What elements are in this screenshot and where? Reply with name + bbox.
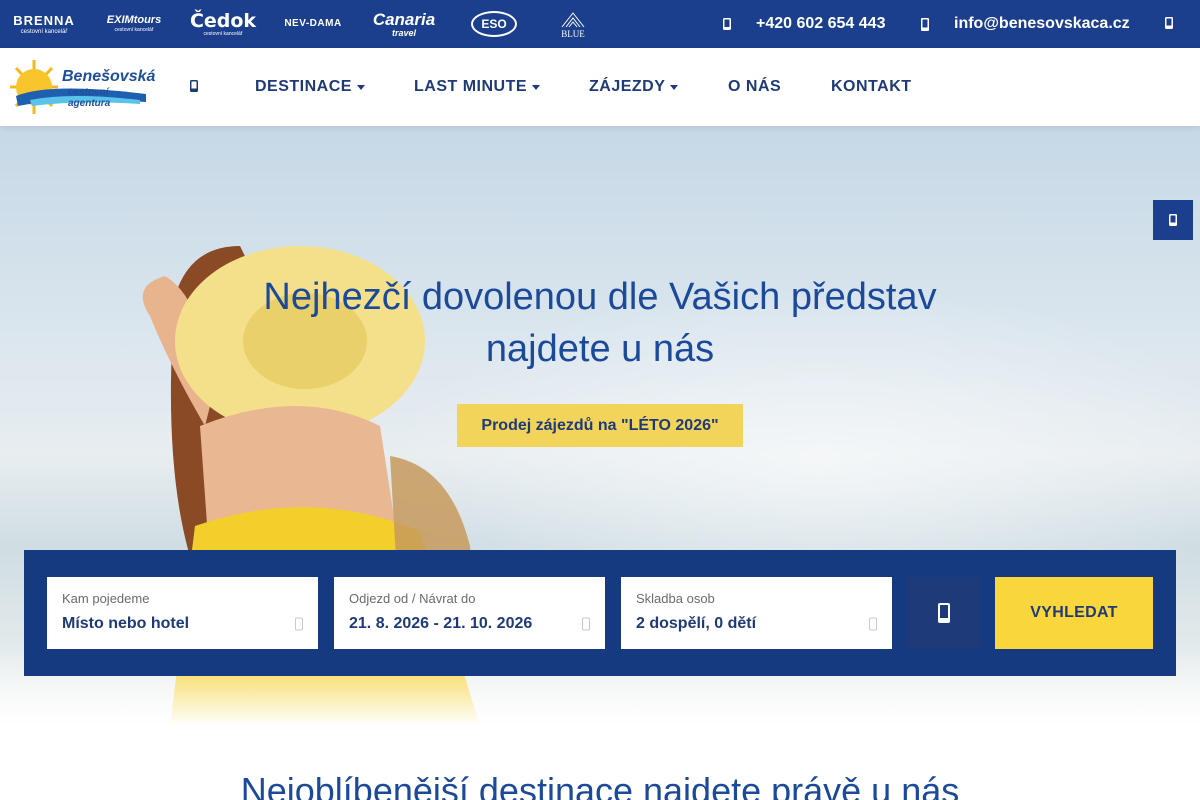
section-title: Nejoblíbenější destinace najdete právě u… (240, 770, 960, 800)
logo-subtitle: cestovní agentura (68, 87, 111, 109)
nav-o-nas[interactable]: O NÁS (728, 48, 781, 126)
destination-field[interactable]: Kam pojedeme Místo nebo hotel (47, 577, 318, 649)
nav-destinace[interactable]: DESTINACE (255, 48, 365, 126)
field-value: 21. 8. 2026 - 21. 10. 2026 (349, 615, 533, 632)
side-panel-tab[interactable] (1153, 200, 1193, 240)
nav-label: LAST MINUTE (414, 78, 528, 95)
partner-name: Canaria (372, 9, 436, 29)
partner-name: BRENNA (13, 12, 75, 28)
home-icon[interactable] (189, 79, 203, 93)
email-link[interactable]: info@benesovskaca.cz (918, 0, 1130, 48)
persons-field[interactable]: Skladba osob 2 dospělí, 0 dětí (621, 577, 892, 649)
phone-icon (720, 17, 734, 31)
filter-button[interactable] (908, 577, 980, 649)
partner-logo-canaria[interactable]: Canaria travel (370, 0, 438, 48)
main-header: Benešovská cestovní agentura DESTINACE L… (0, 48, 1200, 126)
chevron-down-icon (295, 617, 303, 631)
mail-icon (918, 17, 932, 31)
site-logo[interactable]: Benešovská cestovní agentura (10, 56, 155, 118)
chevron-down-icon (869, 617, 877, 631)
partner-logo-cedok[interactable]: Čedok cestovní kancelář (190, 0, 256, 48)
partner-sub: travel (391, 27, 417, 38)
caret-down-icon (670, 84, 679, 90)
field-label: Kam pojedeme (62, 591, 150, 606)
search-panel: Kam pojedeme Místo nebo hotel Odjezd od … (24, 550, 1176, 676)
partner-name: EXIMtours (106, 14, 162, 26)
caret-down-icon (356, 84, 365, 90)
search-submit-button[interactable]: VYHLEDAT (995, 577, 1153, 649)
partner-name: BLUE (561, 29, 585, 39)
partner-sub: cestovní kancelář (203, 30, 243, 37)
field-label: Odjezd od / Návrat do (349, 591, 476, 606)
hero-title-line: najdete u nás (485, 328, 715, 370)
filter-icon (938, 603, 950, 623)
partner-logo-nev-dama[interactable]: NEV-DAMA (280, 0, 346, 48)
date-range-field[interactable]: Odjezd od / Návrat do 21. 8. 2026 - 21. … (334, 577, 605, 649)
eso-ring: ESO (471, 11, 517, 37)
partner-name: NEV-DAMA (284, 18, 342, 29)
nav-label: KONTAKT (831, 78, 912, 95)
nav-label: ZÁJEZDY (589, 78, 666, 95)
partner-name: ESO (481, 17, 507, 31)
nav-label: DESTINACE (255, 78, 352, 95)
field-value: 2 dospělí, 0 dětí (636, 615, 757, 632)
hero-title-line: Nejhezčí dovolenou dle Vašich představ (263, 276, 937, 318)
field-label: Skladba osob (636, 591, 715, 606)
top-bar: BRENNA cestovní kancelář EXIMtours cesto… (0, 0, 1200, 48)
phone-number: +420 602 654 443 (756, 15, 886, 32)
side-tab-icon (1169, 214, 1177, 226)
calendar-icon (582, 617, 590, 631)
hero-title: Nejhezčí dovolenou dle Vašich představ n… (200, 271, 1000, 375)
nav-kontakt[interactable]: KONTAKT (831, 48, 912, 126)
nav-last-minute[interactable]: LAST MINUTE (414, 48, 541, 126)
phone-link[interactable]: +420 602 654 443 (720, 0, 885, 48)
partner-sub: cestovní kancelář (114, 27, 154, 33)
logo-title: Benešovská (62, 68, 156, 85)
nav-label: O NÁS (728, 78, 782, 95)
user-icon[interactable] (1164, 16, 1178, 32)
partner-logo-brenna[interactable]: BRENNA cestovní kancelář (13, 0, 75, 48)
partner-logo-eximtours[interactable]: EXIMtours cestovní kancelář (100, 0, 168, 48)
summer-sale-button[interactable]: Prodej zájezdů na "LÉTO 2026" (457, 404, 743, 447)
partner-name: Čedok (189, 9, 257, 32)
email-address: info@benesovskaca.cz (954, 15, 1130, 32)
caret-down-icon (532, 84, 541, 90)
partner-logo-eso[interactable]: ESO (470, 0, 518, 48)
partner-logo-blue[interactable]: BLUE (552, 0, 594, 48)
nav-zajezdy[interactable]: ZÁJEZDY (589, 48, 679, 126)
field-value: Místo nebo hotel (62, 615, 190, 632)
partner-sub: cestovní kancelář (20, 28, 68, 35)
blue-logo-icon (561, 12, 585, 28)
